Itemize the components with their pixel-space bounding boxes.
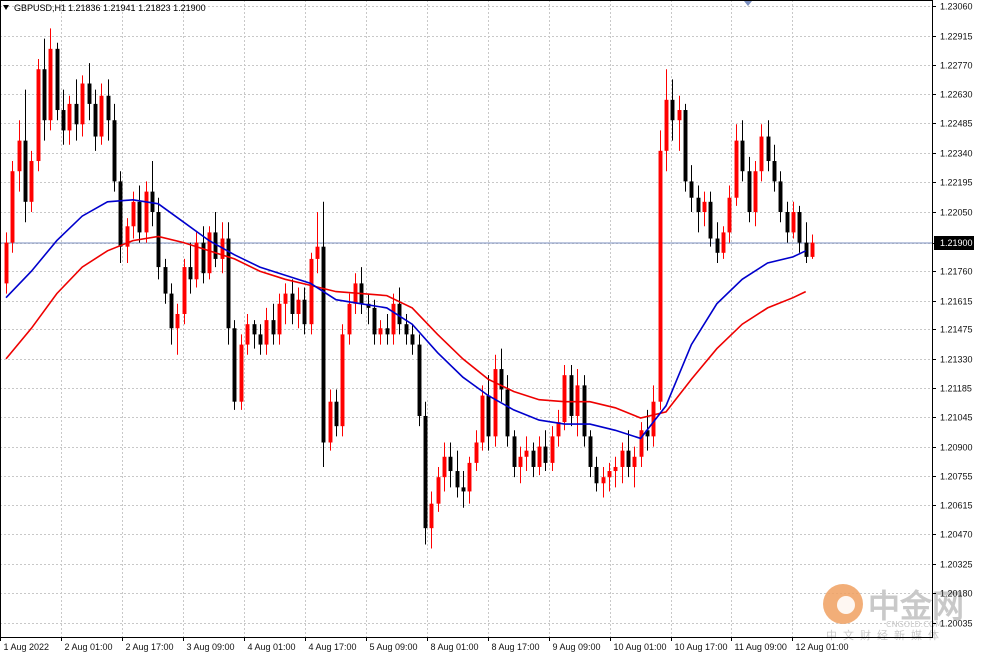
time-tick-label: 10 Aug 01:00 (614, 642, 667, 652)
watermark-tagline: 中文财经新媒体 (826, 628, 945, 642)
candle (683, 103, 688, 192)
symbol-timeframe: GBPUSD,H1 (14, 3, 66, 13)
time-tick-label: 5 Aug 09:00 (370, 642, 418, 652)
price-chart[interactable]: 中金网 CNGOLD.COM 中文财经新媒体 1.230601.229151.2… (0, 0, 981, 655)
candle (239, 334, 244, 410)
price-tick-label: 1.22485 (940, 119, 973, 129)
watermark-domain: CNGOLD.COM (886, 620, 942, 629)
candle (55, 42, 60, 121)
time-tick-label: 8 Aug 17:00 (492, 642, 540, 652)
candle (309, 252, 314, 335)
price-tick-label: 1.20615 (940, 501, 973, 511)
price-tick-label: 1.22195 (940, 178, 973, 188)
price-tick-label: 1.21185 (940, 384, 972, 394)
price-tick-label: 1.22770 (940, 61, 973, 71)
time-tick-label: 10 Aug 17:00 (675, 642, 728, 652)
price-tick-label: 1.21330 (940, 355, 973, 365)
current-price-tag: 1.21900 (934, 236, 974, 250)
candle (207, 226, 212, 280)
price-tick-label: 1.20900 (940, 443, 973, 453)
price-tick-label: 1.20035 (940, 619, 973, 629)
price-tick-label: 1.21045 (940, 413, 973, 423)
time-tick-label: 2 Aug 17:00 (126, 642, 174, 652)
time-tick-label: 1 Aug 2022 (4, 642, 50, 652)
cngold-logo-inner-icon (837, 596, 855, 614)
price-tick-label: 1.20755 (940, 472, 973, 482)
price-tick-label: 1.23060 (940, 2, 973, 12)
time-tick-label: 4 Aug 01:00 (248, 642, 296, 652)
candle (36, 59, 41, 172)
time-tick-label: 12 Aug 01:00 (796, 642, 849, 652)
time-tick-label: 4 Aug 17:00 (309, 642, 357, 652)
price-tick-label: 1.20325 (940, 560, 973, 570)
price-tick-label: 1.21760 (940, 267, 973, 277)
candle (658, 130, 663, 410)
candle (10, 161, 15, 253)
current-price-label: 1.21900 (940, 238, 973, 248)
price-tick-label: 1.22915 (940, 32, 973, 42)
ohlc-values: 1.21836 1.21941 1.21823 1.21900 (68, 3, 206, 13)
time-tick-label: 8 Aug 01:00 (431, 642, 479, 652)
price-tick-label: 1.20180 (940, 589, 973, 599)
time-tick-label: 3 Aug 09:00 (187, 642, 235, 652)
candle (340, 324, 345, 437)
price-tick-label: 1.22630 (940, 90, 973, 100)
price-tick-label: 1.22050 (940, 208, 973, 218)
price-tick-label: 1.21475 (940, 325, 973, 335)
time-tick-label: 11 Aug 09:00 (735, 642, 787, 652)
price-tick-label: 1.20470 (940, 530, 973, 540)
candle (232, 320, 237, 410)
price-tick-label: 1.21615 (940, 297, 973, 307)
candle (226, 222, 231, 345)
candle (582, 375, 587, 447)
chart-background (0, 0, 981, 655)
price-tick-label: 1.22340 (940, 149, 973, 159)
candle (423, 401, 428, 545)
time-tick-label: 9 Aug 09:00 (553, 642, 601, 652)
candle (417, 334, 422, 427)
chart-header: GBPUSD,H1 1.21836 1.21941 1.21823 1.2190… (3, 3, 206, 13)
time-tick-label: 2 Aug 01:00 (65, 642, 113, 652)
